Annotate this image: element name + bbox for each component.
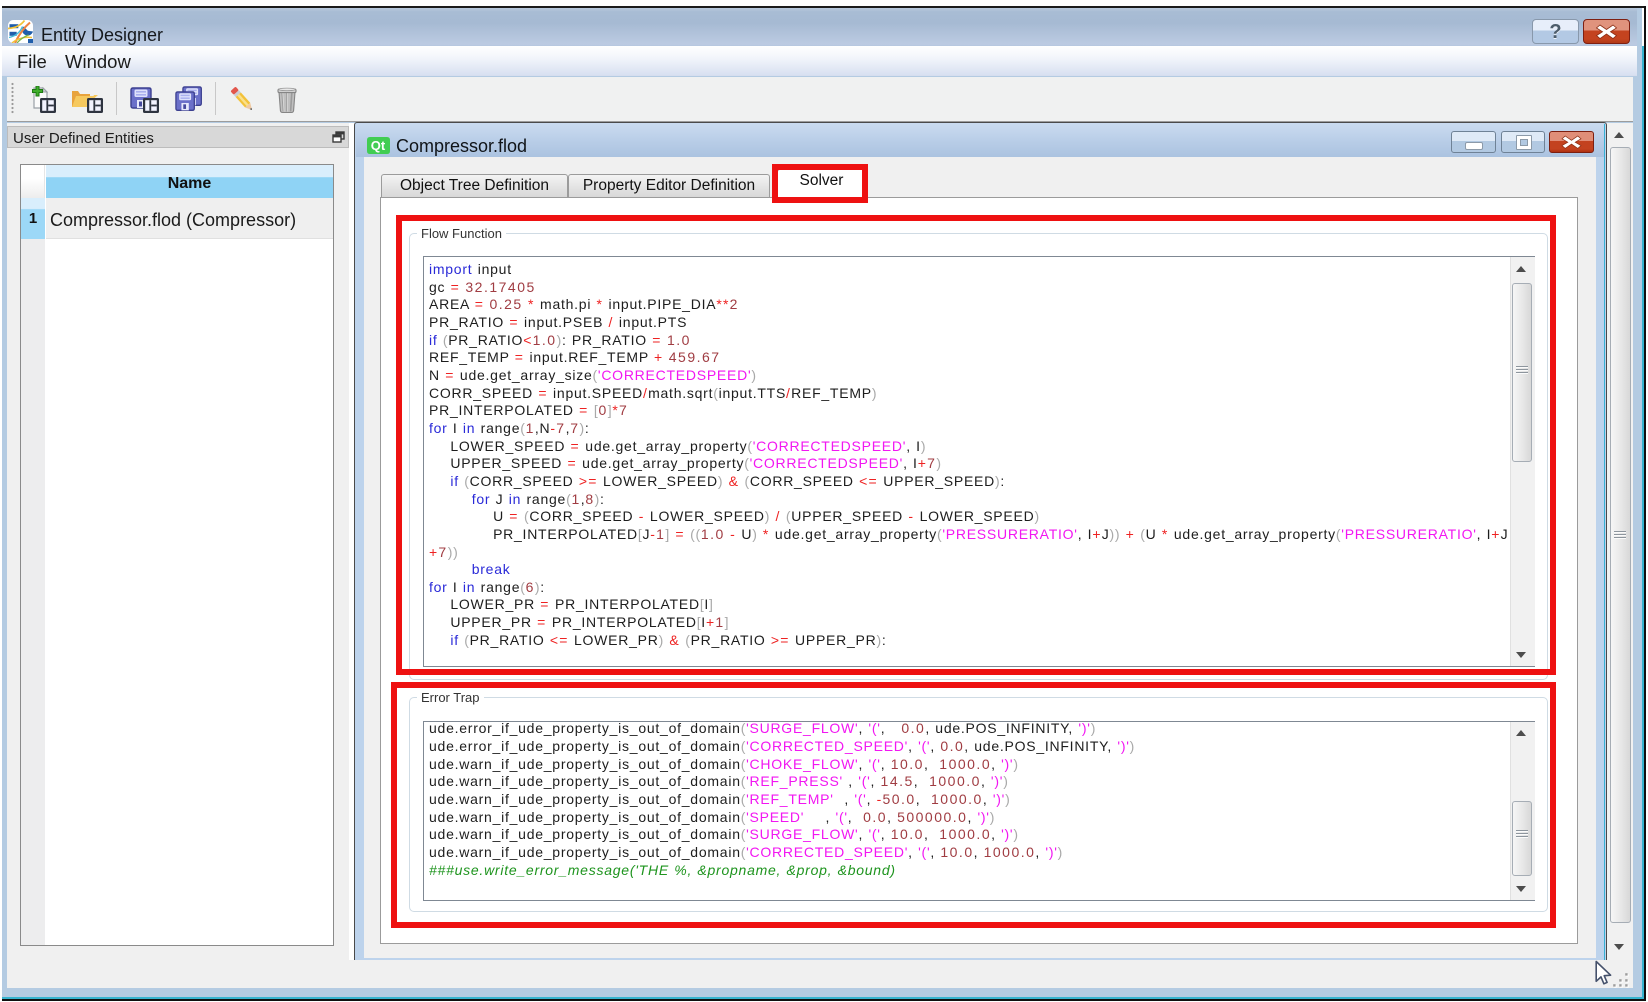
svg-text:Qt: Qt [371,138,386,153]
